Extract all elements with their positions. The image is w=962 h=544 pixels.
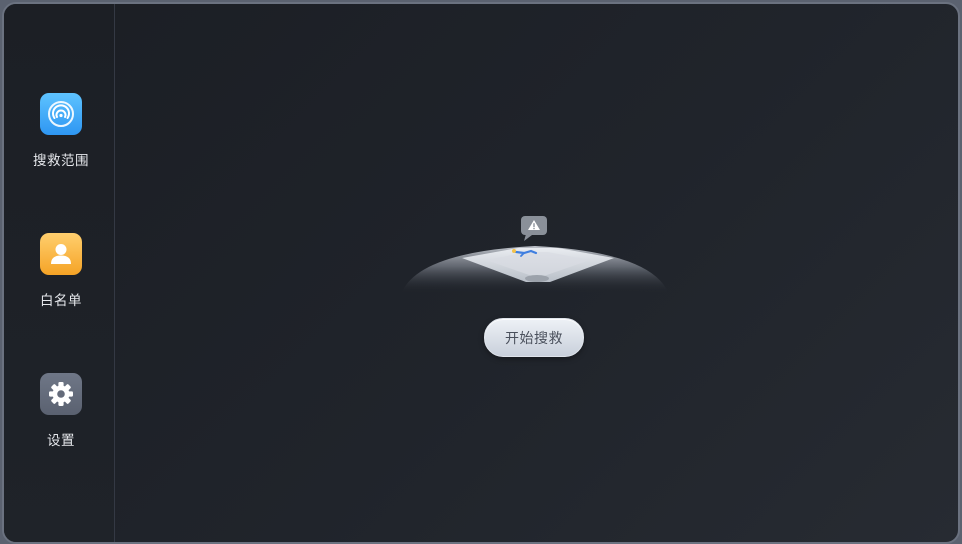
signal-radar-icon — [40, 93, 82, 135]
sidebar-item-whitelist[interactable]: 白名单 — [4, 233, 114, 323]
sidebar: 搜救范围 白名单 设置 — [4, 4, 115, 542]
user-icon — [40, 233, 82, 275]
sidebar-item-label: 设置 — [47, 433, 75, 449]
app-window: 搜救范围 白名单 设置 开始搜救 — [2, 2, 960, 544]
sidebar-item-settings[interactable]: 设置 — [4, 373, 114, 463]
start-search-button[interactable]: 开始搜救 — [484, 318, 584, 357]
search-rescue-field-illustration — [400, 210, 670, 300]
warning-bubble-icon — [521, 216, 547, 241]
sidebar-item-label: 搜救范围 — [33, 153, 89, 169]
gear-icon — [40, 373, 82, 415]
sidebar-item-label: 白名单 — [40, 293, 82, 309]
sidebar-item-search-range[interactable]: 搜救范围 — [4, 93, 114, 183]
